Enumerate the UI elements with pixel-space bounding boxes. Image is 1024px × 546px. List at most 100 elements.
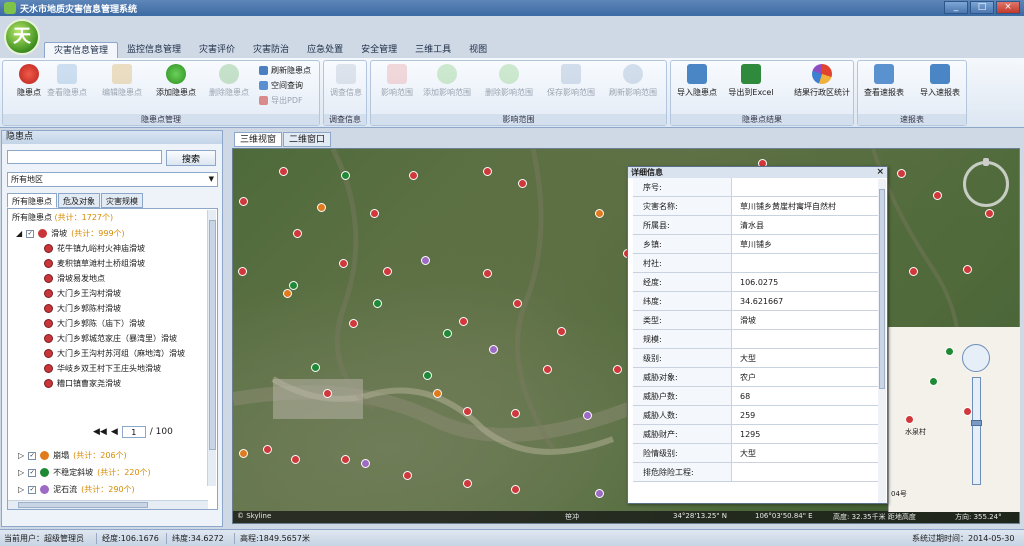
map-marker[interactable] [443,329,452,338]
map-marker[interactable] [595,209,604,218]
tab-security[interactable]: 安全管理 [352,42,406,58]
map-marker[interactable] [613,365,622,374]
checkbox[interactable]: ✓ [26,229,35,238]
prev-page-button[interactable]: ◀ [111,427,118,437]
delete-hazard-button[interactable]: 删除隐患点 [203,64,255,104]
tab-view[interactable]: 视图 [460,42,496,58]
tree-node-landslide[interactable]: ◢ ✓ 滑坡 (共计：999个) [8,226,217,241]
list-item[interactable]: 花牛镇九峪村火神庙滑坡 [8,241,217,256]
tab-monitor[interactable]: 监控信息管理 [118,42,190,58]
vertical-scrollbar[interactable] [878,179,886,503]
first-page-button[interactable]: ◀◀ [93,427,107,437]
map-marker[interactable] [985,209,994,218]
import-report-button[interactable]: 导入速报表 [914,64,966,104]
view-hazard-button[interactable]: 查看隐患点 [41,64,93,104]
save-impact-button[interactable]: 保存影响范围 [545,64,597,104]
zoom-slider-knob[interactable] [971,420,982,426]
minimize-button[interactable]: _ [944,1,968,14]
tree-node-collapse[interactable]: ▷ ✓ 崩塌 (共计：206个) [18,450,127,461]
map-marker[interactable] [409,171,418,180]
list-item[interactable]: 糟口镇曹家尧滑坡 [8,376,217,391]
checkbox[interactable]: ✓ [28,468,37,477]
map-marker[interactable] [423,371,432,380]
list-item[interactable]: 滑坡易发地点 [8,271,217,286]
expand-icon[interactable]: ◢ [16,229,22,238]
list-item[interactable]: 大门乡王沟村苏河组（麻地湾）滑坡 [8,346,217,361]
map-marker[interactable] [349,319,358,328]
region-select[interactable]: 所有地区 ▼ [7,172,218,187]
maximize-button[interactable]: □ [970,1,994,14]
scrollbar-thumb[interactable] [18,502,148,508]
map-marker[interactable] [513,299,522,308]
checkbox[interactable]: ✓ [28,451,37,460]
map-marker[interactable] [511,409,520,418]
close-icon[interactable]: × [876,167,884,178]
map-marker[interactable] [238,267,247,276]
delete-impact-button[interactable]: 删除影响范围 [483,64,535,104]
map-marker[interactable] [963,407,972,416]
export-excel-button[interactable]: 导出到Excel [725,64,777,104]
map-marker[interactable] [293,229,302,238]
vertical-scrollbar[interactable] [207,210,216,486]
map-marker[interactable] [311,363,320,372]
list-item[interactable]: 大门乡郭陈（庙下）滑坡 [8,316,217,331]
scrollbar-thumb[interactable] [209,220,216,450]
map-marker[interactable] [239,449,248,458]
map-marker[interactable] [370,209,379,218]
list-item[interactable]: 大门乡郭陈村滑坡 [8,301,217,316]
scrollbar-thumb[interactable] [879,189,885,389]
subtab-threat[interactable]: 危及对象 [58,193,100,208]
view-report-button[interactable]: 查看速报表 [858,64,910,104]
list-item[interactable]: 华岐乡双王村下王庄头地滑坡 [8,361,217,376]
map-marker[interactable] [557,327,566,336]
map-marker[interactable] [239,197,248,206]
list-item[interactable]: 麦积镇草滩村土桥组滑坡 [8,256,217,271]
map-marker[interactable] [945,347,954,356]
map-marker[interactable] [595,489,604,498]
map-marker[interactable] [483,269,492,278]
map-marker[interactable] [483,167,492,176]
search-button[interactable]: 搜索 [166,150,216,166]
map-marker[interactable] [909,267,918,276]
map-marker[interactable] [543,365,552,374]
map-marker[interactable] [518,179,527,188]
compass-control[interactable] [963,158,1009,207]
pan-control[interactable] [962,344,990,372]
map-marker[interactable] [433,389,442,398]
list-item[interactable]: 大门乡王沟村滑坡 [8,286,217,301]
2d-inset-map[interactable]: 水泉村 04号 [888,327,1020,512]
spatial-query-button[interactable]: 空间查询 [259,79,303,91]
app-logo-button[interactable]: 天 [4,19,40,55]
subtab-scale[interactable]: 灾害规模 [101,193,143,208]
map-marker[interactable] [459,317,468,326]
map-marker[interactable] [511,485,520,494]
page-input[interactable] [121,426,146,438]
export-pdf-button[interactable]: 导出PDF [259,94,303,106]
refresh-hazard-button[interactable]: 刷新隐患点 [259,64,311,76]
map-marker[interactable] [489,345,498,354]
map-marker[interactable] [463,407,472,416]
map-marker[interactable] [341,171,350,180]
map-marker[interactable] [323,389,332,398]
impact-range-button[interactable]: 影响范围 [371,64,423,104]
survey-info-button[interactable]: 调查信息 [320,64,372,104]
horizontal-scrollbar[interactable] [8,500,208,509]
district-stats-button[interactable]: 结果行政区统计 [791,64,853,104]
search-input[interactable] [7,150,162,164]
list-item[interactable]: 大门乡郭城范家庄（暴湾里）滑坡 [8,331,217,346]
map-marker[interactable] [403,471,412,480]
map-marker[interactable] [279,167,288,176]
expand-icon[interactable]: ▷ [18,485,24,494]
tab-3d-tools[interactable]: 三维工具 [406,42,460,58]
tab-hazard-info[interactable]: 灾害信息管理 [44,42,119,58]
tab-2d-view[interactable]: 二维窗口 [283,132,332,147]
map-marker[interactable] [361,459,370,468]
map-marker[interactable] [963,265,972,274]
map-marker[interactable] [421,256,430,265]
tab-prevention[interactable]: 灾害防治 [244,42,298,58]
tree-node-unstable-slope[interactable]: ▷ ✓ 不稳定斜坡 (共计：220个) [18,467,151,478]
expand-icon[interactable]: ▷ [18,451,24,460]
map-marker[interactable] [933,191,942,200]
map-marker[interactable] [317,203,326,212]
map-marker[interactable] [929,377,938,386]
